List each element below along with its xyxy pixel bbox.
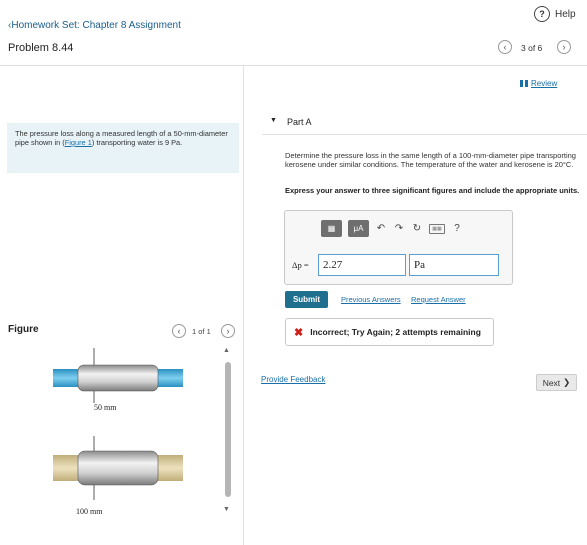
pipe-100mm-label: 100 mm [76, 507, 103, 516]
feedback-message-box: ✖ Incorrect; Try Again; 2 attempts remai… [285, 318, 494, 346]
feedback-message: Incorrect; Try Again; 2 attempts remaini… [310, 327, 481, 337]
pipe-figure: 50 mm 100 mm [53, 348, 183, 516]
provide-feedback-link[interactable]: Provide Feedback [261, 375, 325, 384]
review-link[interactable]: Review [520, 79, 557, 88]
book-icon [520, 80, 528, 87]
undo-icon[interactable]: ↶ [375, 223, 387, 234]
next-problem-button[interactable]: › [557, 40, 571, 54]
part-question: Determine the pressure loss in the same … [285, 151, 576, 169]
unit-input[interactable]: Pa [409, 254, 499, 276]
chevron-right-icon: › [226, 326, 230, 336]
request-answer-link[interactable]: Request Answer [411, 295, 466, 304]
review-label: Review [531, 79, 558, 88]
figure-heading: Figure [8, 324, 39, 335]
answer-variable-label: Δp = [292, 260, 309, 270]
templates-button[interactable]: ▦ [321, 220, 342, 237]
problem-statement: The pressure loss along a measured lengt… [7, 123, 239, 173]
units-button[interactable]: μA [348, 220, 369, 237]
part-a-header[interactable]: ▼ Part A [270, 117, 311, 127]
redo-icon[interactable]: ↷ [393, 223, 405, 234]
scroll-up-arrow[interactable]: ▲ [223, 347, 230, 354]
answer-instruction: Express your answer to three significant… [285, 186, 580, 195]
previous-figure-button[interactable]: ‹ [172, 324, 186, 338]
header-divider [0, 65, 587, 66]
problem-text-end: ) transporting water is 9 Pa. [91, 138, 183, 147]
question-icon: ? [534, 6, 550, 22]
part-a-title: Part A [286, 117, 312, 127]
figure-link[interactable]: Figure 1 [65, 138, 92, 147]
error-x-icon: ✖ [294, 326, 304, 339]
math-toolbar: ▦ μA ↶ ↷ ↻ ▦▦ ? [321, 220, 463, 237]
chevron-left-icon: ‹ [177, 326, 181, 336]
next-figure-button[interactable]: › [221, 324, 235, 338]
problem-title: Problem 8.44 [8, 42, 74, 54]
value-input[interactable]: 2.27 [318, 254, 406, 276]
templates-icon: ▦ [327, 224, 336, 233]
keyboard-icon[interactable]: ▦▦ [429, 223, 445, 234]
submit-button[interactable]: Submit [285, 291, 328, 308]
back-link-label: Homework Set: Chapter 8 Assignment [11, 20, 181, 31]
units-icon: μA [353, 224, 364, 233]
chevron-right-icon: › [562, 42, 566, 52]
scroll-down-arrow[interactable]: ▼ [223, 506, 230, 513]
column-divider [243, 66, 244, 545]
previous-answers-link[interactable]: Previous Answers [341, 295, 401, 304]
pipe-50mm-label: 50 mm [94, 403, 117, 412]
reset-icon[interactable]: ↻ [411, 223, 423, 234]
help-button[interactable]: ? Help [534, 6, 576, 22]
figure-scrollbar-thumb[interactable] [225, 362, 231, 497]
pipe-100mm-kerosene: 100 mm [53, 436, 183, 516]
part-divider [262, 134, 587, 135]
previous-problem-button[interactable]: ‹ [498, 40, 512, 54]
next-button[interactable]: Next ❯ [536, 374, 577, 391]
help-label: Help [555, 8, 576, 20]
chevron-right-icon: ❯ [563, 377, 571, 387]
math-help-button[interactable]: ? [451, 223, 463, 234]
problem-counter: 3 of 6 [521, 43, 543, 53]
back-to-assignment-link[interactable]: ‹Homework Set: Chapter 8 Assignment [8, 20, 181, 31]
next-label: Next [542, 377, 561, 388]
pipe-50mm-water: 50 mm [53, 348, 183, 412]
collapse-triangle-icon: ▼ [270, 117, 277, 124]
chevron-left-icon: ‹ [503, 42, 507, 52]
figure-counter: 1 of 1 [192, 327, 211, 336]
